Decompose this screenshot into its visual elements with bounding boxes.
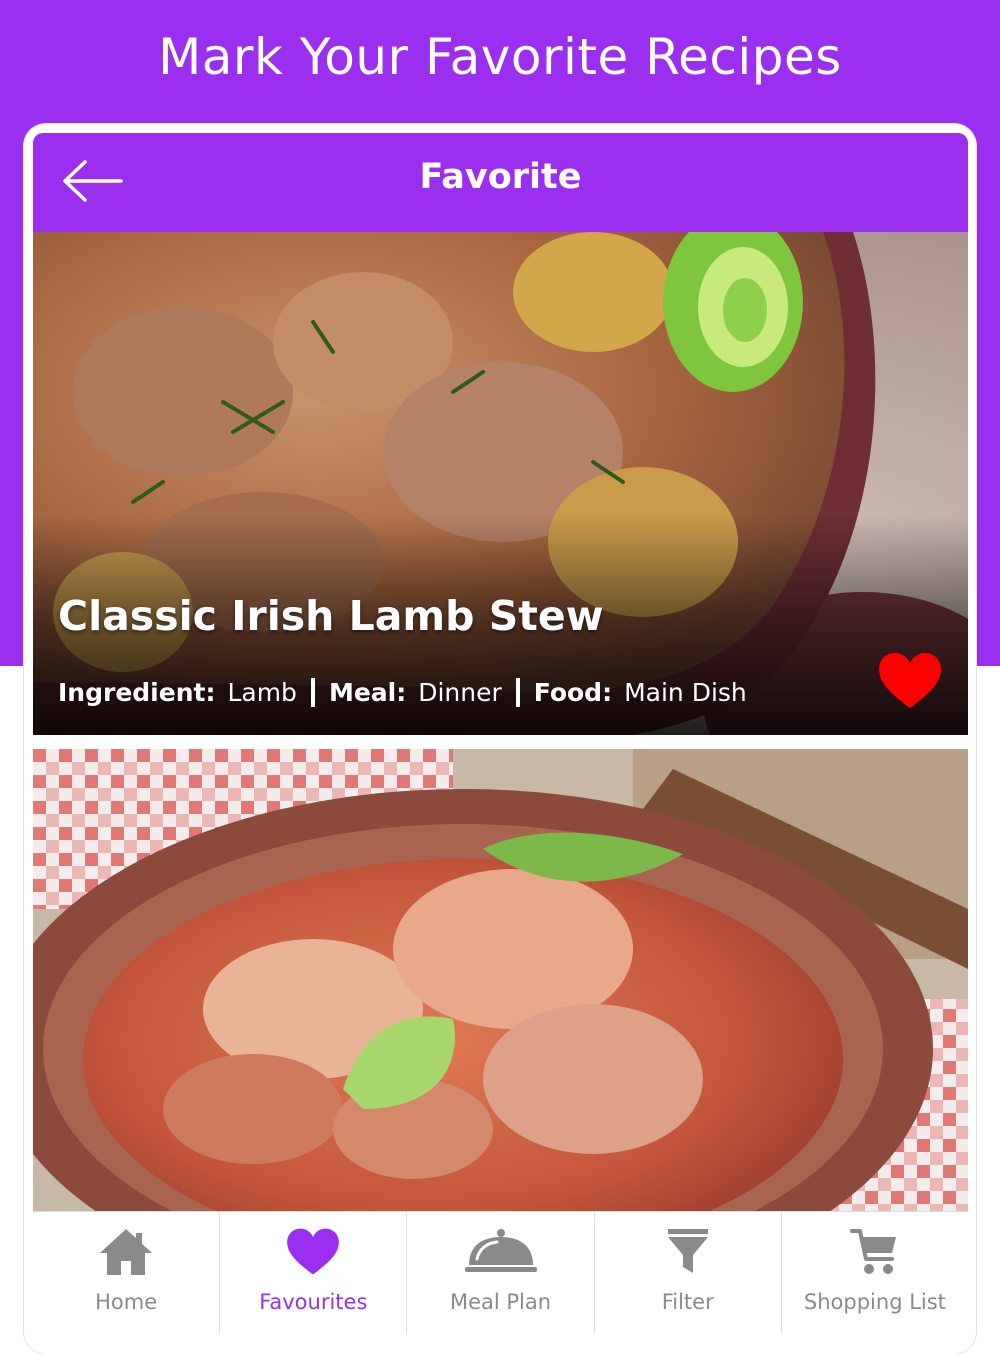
tab-shopping-list[interactable]: Shopping List (780, 1212, 968, 1334)
meta-meal-value: Dinner (418, 677, 502, 707)
favorite-heart-icon[interactable] (877, 651, 943, 711)
heart-icon (287, 1228, 340, 1275)
tab-favourites-label: Favourites (259, 1290, 368, 1314)
meta-food: Food: Main Dish (515, 677, 761, 707)
tab-home-label: Home (95, 1290, 158, 1314)
recipe-card[interactable]: Classic Irish Lamb Stew Ingredient: Lamb… (33, 232, 968, 735)
meta-ingredient-label: Ingredient: (58, 677, 216, 707)
meta-meal: Meal: Dinner (310, 677, 516, 707)
tab-favourites[interactable]: Favourites (219, 1212, 406, 1334)
tab-filter[interactable]: Filter (593, 1212, 781, 1334)
back-button[interactable] (59, 155, 125, 207)
tab-shopping-list-label: Shopping List (803, 1290, 946, 1314)
tab-home[interactable]: Home (33, 1212, 219, 1334)
meta-meal-label: Meal: (328, 677, 407, 707)
meta-ingredient-value: Lamb (227, 677, 297, 707)
app-screen: Favorite Classic Irish Lamb Stew Ingredi… (33, 133, 968, 1334)
filter-icon (667, 1229, 708, 1273)
app-header: Favorite (33, 133, 968, 232)
meta-food-label: Food: (533, 677, 613, 707)
recipe-meta: Ingredient: Lamb Meal: Dinner Food: Main… (58, 664, 761, 720)
recipe-image (33, 749, 968, 1211)
tab-meal-plan[interactable]: Meal Plan (406, 1212, 593, 1334)
page-title: Favorite (419, 157, 582, 197)
recipe-card[interactable] (33, 749, 968, 1211)
bottom-tab-bar: Home Favourites Meal Plan Filter Shoppin… (33, 1211, 968, 1334)
home-icon (100, 1229, 153, 1275)
meta-ingredient: Ingredient: Lamb (58, 678, 311, 707)
promo-title: Mark Your Favorite Recipes (158, 28, 842, 86)
arrow-left-icon (63, 160, 123, 202)
cloche-icon (464, 1229, 537, 1272)
cart-icon (849, 1229, 896, 1274)
meta-food-value: Main Dish (624, 677, 747, 707)
tab-filter-label: Filter (661, 1290, 714, 1314)
recipe-title: Classic Irish Lamb Stew (58, 592, 604, 640)
tab-meal-plan-label: Meal Plan (449, 1290, 552, 1314)
